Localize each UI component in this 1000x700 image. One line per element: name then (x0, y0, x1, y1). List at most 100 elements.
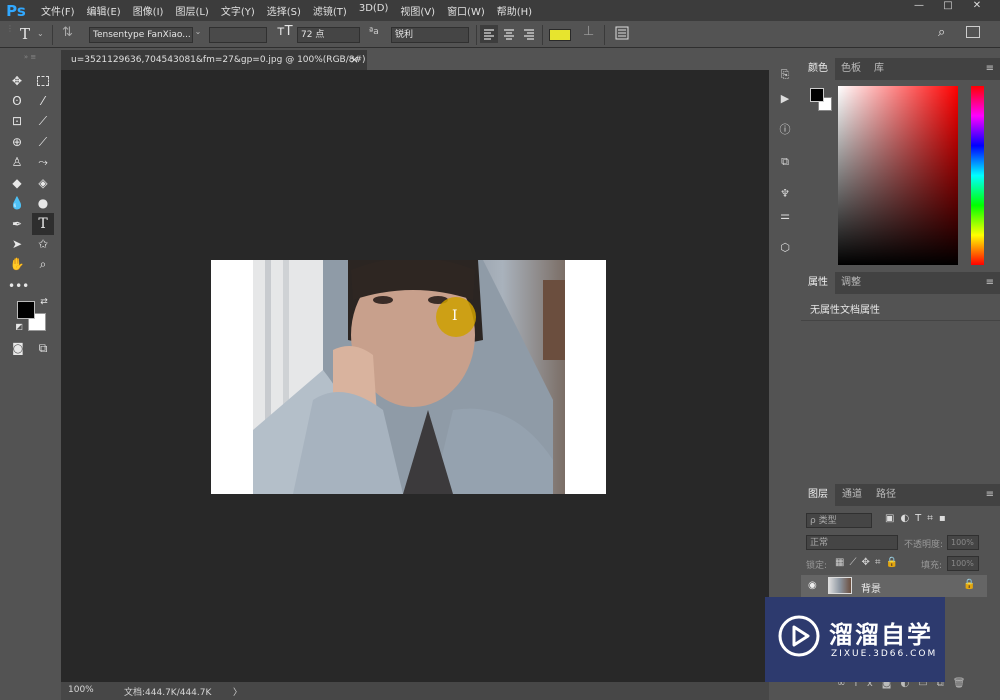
tab-swatches[interactable]: 色板 (834, 58, 868, 80)
close-window-button[interactable]: ✕ (964, 0, 990, 14)
visibility-eye-icon[interactable]: ◉ (808, 580, 817, 591)
custom-shape-tool-icon[interactable]: ✩ (34, 235, 52, 253)
tab-color[interactable]: 颜色 (801, 58, 835, 80)
play-actions-icon[interactable]: ▶ (776, 90, 794, 108)
text-color-swatch[interactable] (549, 29, 571, 41)
maximize-button[interactable]: □ (935, 0, 961, 14)
align-center-button[interactable] (500, 25, 518, 43)
grip-icon: ⋮ (6, 24, 14, 33)
clone-stamp-tool-icon[interactable]: ♙ (8, 153, 26, 171)
tab-channels[interactable]: 通道 (835, 484, 869, 506)
clone-source-icon[interactable]: ⧉ (776, 153, 794, 171)
document-tab[interactable]: u=3521129636,704543081&fm=27&gp=0.jpg @ … (61, 50, 367, 70)
panel-menu-icon[interactable]: ≡ (986, 489, 994, 500)
type-tool-icon[interactable]: T (32, 213, 54, 235)
menu-item[interactable]: 帮助(H) (491, 3, 538, 18)
adjust-sliders-icon[interactable]: ⚌ (776, 207, 794, 225)
menu-item[interactable]: 窗口(W) (441, 3, 491, 18)
tab-layers[interactable]: 图层 (801, 484, 835, 506)
layer-filter-select[interactable]: ρ 类型 (806, 513, 872, 528)
magic-wand-tool-icon[interactable]: ⁄ (34, 92, 52, 110)
font-size-icon: ᴛT (277, 24, 293, 39)
3d-cube-icon[interactable]: ⬡ (776, 239, 794, 257)
blur-tool-icon[interactable]: 💧 (8, 194, 26, 212)
font-family-select[interactable]: Tensentype FanXiao... (89, 27, 193, 43)
toolbar-collapse-icon[interactable]: » ≡ (8, 53, 52, 61)
panel-menu-icon[interactable]: ≡ (986, 277, 994, 288)
color-foreground-swatch[interactable] (810, 88, 824, 102)
close-tab-icon[interactable]: × (350, 50, 359, 70)
marquee-tool-icon[interactable] (34, 72, 52, 90)
menu-item[interactable]: 视图(V) (394, 3, 441, 18)
warp-text-icon[interactable]: ⊥ (583, 24, 594, 40)
move-tool-icon[interactable]: ✥ (8, 72, 26, 90)
menu-item[interactable]: 文件(F) (35, 3, 81, 18)
align-right-icon (524, 29, 534, 40)
fill-input[interactable]: 100% (947, 556, 979, 571)
spot-healing-tool-icon[interactable]: ⊕ (8, 133, 26, 151)
info-icon[interactable]: ⓘ (776, 121, 794, 139)
default-colors-icon[interactable]: ◩ (14, 322, 24, 332)
layer-lock-icon: 🔒 (963, 579, 976, 590)
tab-paths[interactable]: 路径 (869, 484, 903, 506)
menu-item[interactable]: 3D(D) (353, 3, 395, 18)
align-right-button[interactable] (520, 25, 538, 43)
menu-item[interactable]: 选择(S) (261, 3, 307, 18)
pen-tool-icon[interactable]: ✒ (8, 215, 26, 233)
properties-text: 无属性文档属性 (810, 305, 880, 316)
screen-mode-icon[interactable]: ⧉ (34, 339, 52, 357)
character-panel-button[interactable] (614, 25, 630, 41)
swap-colors-icon[interactable]: ⇄ (38, 296, 50, 308)
tab-properties[interactable]: 属性 (801, 272, 835, 294)
dodge-tool-icon[interactable]: ● (34, 194, 52, 212)
chevron-down-icon[interactable]: ⌄ (37, 29, 44, 45)
minimize-button[interactable]: — (906, 0, 932, 14)
status-menu-arrow[interactable]: 〉 (233, 685, 242, 698)
color-picker-field[interactable] (838, 86, 958, 265)
zixue-watermark: 溜溜自学 ZIXUE.3D66.COM (765, 597, 945, 682)
opacity-input[interactable]: 100% (947, 535, 979, 550)
chevron-down-icon[interactable]: ⌄ (193, 27, 203, 43)
more-tools-icon[interactable]: ••• (8, 277, 29, 295)
path-selection-tool-icon[interactable]: ➤ (8, 235, 26, 253)
lasso-tool-icon[interactable]: ʘ (8, 92, 26, 110)
document-canvas[interactable] (211, 260, 606, 494)
foreground-color-swatch[interactable] (17, 301, 35, 319)
zoom-tool-icon[interactable]: ⌕ (34, 255, 52, 273)
layer-row[interactable]: ◉ 背景 🔒 (801, 575, 987, 597)
eraser-tool-icon[interactable]: ◆ (8, 174, 26, 192)
search-icon[interactable]: ⌕ (938, 25, 945, 41)
history-brush-tool-icon[interactable]: ⤳ (34, 153, 52, 171)
tab-adjustments[interactable]: 调整 (834, 272, 868, 294)
crop-tool-icon[interactable]: ⊡ (8, 112, 26, 130)
align-left-button[interactable] (480, 25, 498, 43)
brush-settings-icon[interactable]: ♆ (776, 185, 794, 203)
eyedropper-tool-icon[interactable]: ⟋ (34, 112, 52, 130)
canvas-area[interactable]: Ⅰ (61, 70, 769, 682)
font-size-select[interactable]: 72 点 (297, 27, 360, 43)
hue-slider[interactable] (971, 86, 984, 265)
color-panel-tabs: 颜色 色板 库 ≡ (801, 58, 1000, 80)
align-left-icon (484, 29, 494, 40)
panel-menu-icon[interactable]: ≡ (986, 63, 994, 74)
menu-item[interactable]: 编辑(E) (81, 3, 127, 18)
menu-item[interactable]: 滤镜(T) (307, 3, 353, 18)
blend-mode-select[interactable]: 正常 (806, 535, 898, 550)
brush-tool-icon[interactable]: ⟋ (34, 133, 52, 151)
toggle-text-orientation-icon[interactable]: ⇅ (62, 25, 73, 41)
history-icon[interactable]: ⎘ (776, 66, 794, 84)
quick-mask-icon[interactable]: ◙ (9, 339, 27, 357)
menu-item[interactable]: 文字(Y) (215, 3, 261, 18)
font-style-select[interactable] (209, 27, 267, 43)
zoom-level[interactable]: 100% (68, 685, 94, 695)
paint-bucket-tool-icon[interactable]: ◈ (34, 174, 52, 192)
tab-library[interactable]: 库 (867, 58, 891, 80)
antialias-select[interactable]: 锐利 (391, 27, 469, 43)
hand-tool-icon[interactable]: ✋ (8, 255, 26, 273)
menu-item[interactable]: 图像(I) (127, 3, 170, 18)
type-tool-preset-icon[interactable]: T (20, 25, 30, 43)
workspace-icon[interactable] (966, 26, 980, 38)
menu-item[interactable]: 图层(L) (169, 3, 214, 18)
layer-filter-icons[interactable]: ▣◐T⌗▪ (885, 513, 995, 528)
lock-icons[interactable]: ▦⟋✥⌗🔒 (835, 557, 903, 568)
